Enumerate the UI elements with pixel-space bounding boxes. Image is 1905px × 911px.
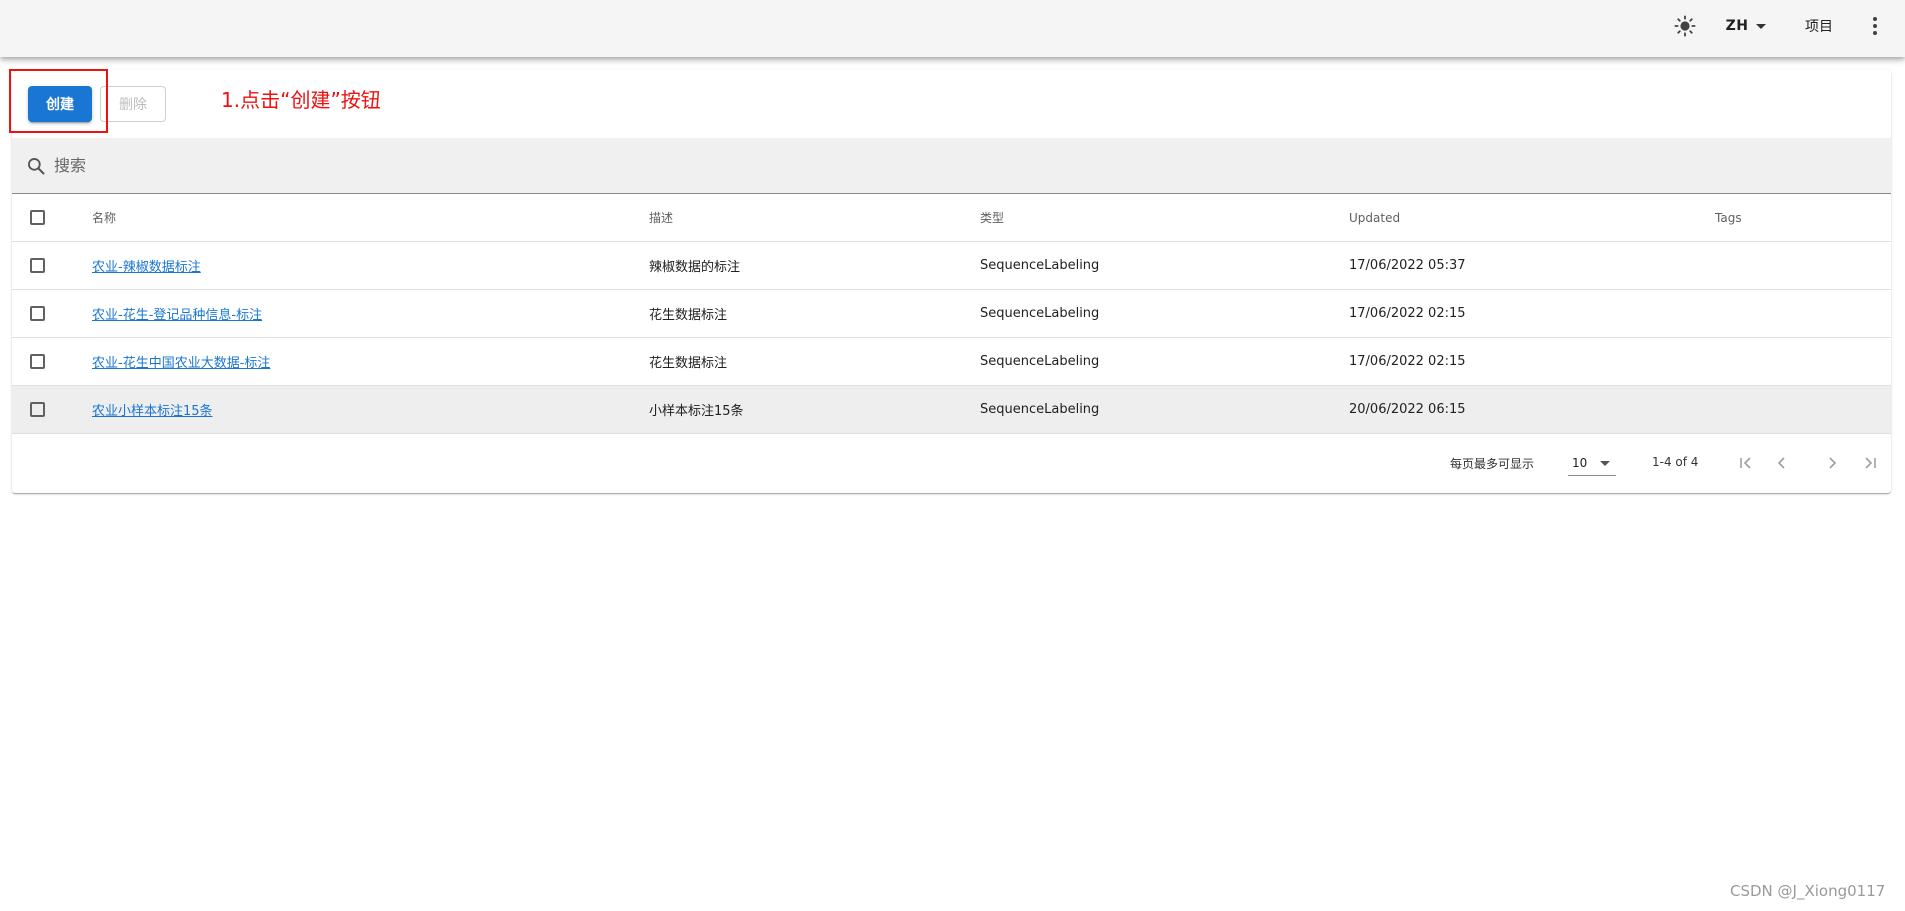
column-header-type[interactable]: 类型 xyxy=(980,194,1004,241)
previous-page-button[interactable] xyxy=(1770,451,1794,475)
rows-per-page-select[interactable]: 10 xyxy=(1568,451,1616,476)
select-all-checkbox[interactable] xyxy=(30,210,45,225)
table-row[interactable]: 农业-花生中国农业大数据-标注 花生数据标注 SequenceLabeling … xyxy=(12,338,1891,386)
next-page-button[interactable] xyxy=(1820,451,1844,475)
row-checkbox[interactable] xyxy=(30,402,45,417)
theme-toggle-button[interactable] xyxy=(1666,0,1704,52)
project-name-link[interactable]: 农业-花生中国农业大数据-标注 xyxy=(92,352,270,371)
column-header-tags[interactable]: Tags xyxy=(1715,194,1742,241)
table-footer: 每页最多可显示 10 1-4 of 4 xyxy=(12,435,1891,493)
column-header-description[interactable]: 描述 xyxy=(649,194,673,241)
project-name-link[interactable]: 农业小样本标注15条 xyxy=(92,400,213,419)
chevron-down-icon xyxy=(1600,461,1610,466)
watermark: CSDN @J_Xiong0117 xyxy=(1730,882,1886,900)
project-updated: 20/06/2022 06:15 xyxy=(1349,402,1466,417)
rows-per-page-label: 每页最多可显示 xyxy=(1450,457,1535,471)
project-description: 花生数据标注 xyxy=(649,308,728,323)
project-type: SequenceLabeling xyxy=(980,402,1100,417)
projects-button[interactable]: 项目 xyxy=(1790,0,1848,52)
project-name-link[interactable]: 农业-辣椒数据标注 xyxy=(92,256,201,275)
search-input[interactable] xyxy=(52,155,1756,176)
row-checkbox[interactable] xyxy=(30,306,45,321)
table-row[interactable]: 农业-辣椒数据标注 辣椒数据的标注 SequenceLabeling 17/06… xyxy=(12,242,1891,290)
project-type: SequenceLabeling xyxy=(980,306,1100,321)
table-row[interactable]: 农业小样本标注15条 小样本标注15条 SequenceLabeling 20/… xyxy=(12,386,1891,434)
chevron-right-icon xyxy=(1829,457,1837,469)
chevron-down-icon xyxy=(1756,23,1767,29)
chevron-left-icon xyxy=(1777,457,1785,469)
last-page-icon xyxy=(1865,457,1876,469)
app-bar: ZH 项目 xyxy=(0,0,1905,57)
annotation-text: 1.点击“创建”按钮 xyxy=(221,88,381,112)
project-type: SequenceLabeling xyxy=(980,354,1100,369)
language-menu-button[interactable]: ZH xyxy=(1716,0,1776,52)
last-page-button[interactable] xyxy=(1858,451,1882,475)
project-description: 辣椒数据的标注 xyxy=(649,260,741,275)
project-description: 小样本标注15条 xyxy=(649,404,744,419)
create-button[interactable]: 创建 xyxy=(28,86,92,122)
first-page-button[interactable] xyxy=(1734,451,1758,475)
project-name-link[interactable]: 农业-花生-登记品种信息-标注 xyxy=(92,304,262,323)
project-description: 花生数据标注 xyxy=(649,356,728,371)
row-checkbox[interactable] xyxy=(30,258,45,273)
more-vertical-icon xyxy=(1873,17,1877,35)
search-bar xyxy=(12,138,1891,194)
row-checkbox[interactable] xyxy=(30,354,45,369)
language-label: ZH xyxy=(1725,18,1749,34)
rows-per-page-value: 10 xyxy=(1572,456,1588,470)
projects-label: 项目 xyxy=(1805,19,1833,35)
first-page-icon xyxy=(1740,457,1751,469)
search-icon xyxy=(26,155,48,177)
table-row[interactable]: 农业-花生-登记品种信息-标注 花生数据标注 SequenceLabeling … xyxy=(12,290,1891,338)
more-menu-button[interactable] xyxy=(1860,0,1890,52)
column-header-name[interactable]: 名称 xyxy=(92,194,116,241)
delete-button[interactable]: 删除 xyxy=(100,86,166,122)
project-updated: 17/06/2022 02:15 xyxy=(1349,306,1466,321)
projects-table: 名称 描述 类型 Updated Tags 农业-辣椒数据标注 辣椒数据的标注 … xyxy=(12,194,1891,434)
sun-icon xyxy=(1674,15,1696,37)
column-header-updated[interactable]: Updated xyxy=(1349,194,1400,241)
pagination-range: 1-4 of 4 xyxy=(1652,455,1699,469)
project-updated: 17/06/2022 02:15 xyxy=(1349,354,1466,369)
project-type: SequenceLabeling xyxy=(980,258,1100,273)
table-header-row: 名称 描述 类型 Updated Tags xyxy=(12,194,1891,242)
project-updated: 17/06/2022 05:37 xyxy=(1349,258,1466,273)
